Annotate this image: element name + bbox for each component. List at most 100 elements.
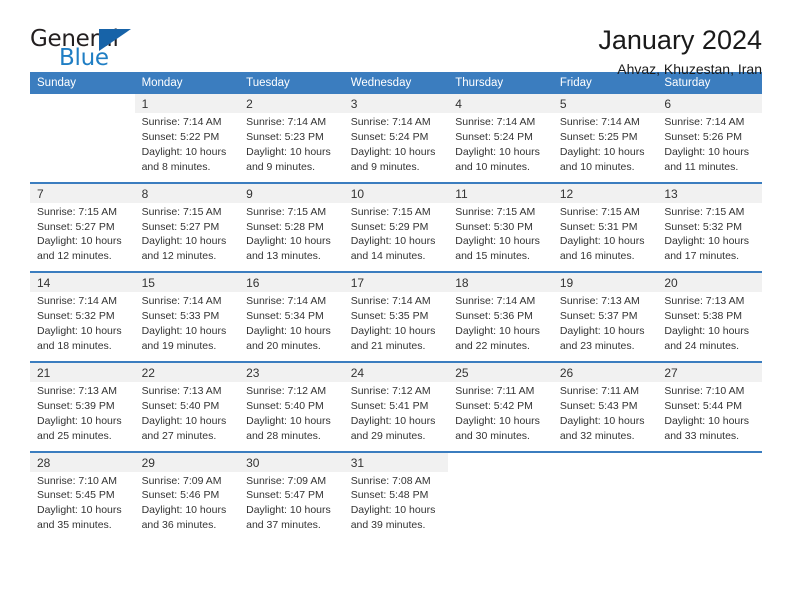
day-number[interactable]: 24 bbox=[343, 362, 449, 382]
sunset-text: Sunset: 5:39 PM bbox=[37, 399, 115, 412]
daylight-text-line1: Daylight: 10 hours bbox=[37, 504, 122, 517]
sunrise-text: Sunrise: 7:15 AM bbox=[37, 205, 117, 218]
day-number[interactable]: 4 bbox=[448, 94, 553, 113]
day-detail: Sunrise: 7:10 AM Sunset: 5:44 PM Dayligh… bbox=[657, 381, 762, 450]
sunset-text: Sunset: 5:34 PM bbox=[246, 310, 324, 323]
sunset-text: Sunset: 5:23 PM bbox=[246, 130, 324, 143]
day-number[interactable]: 13 bbox=[657, 183, 762, 203]
daylight-text-line1: Daylight: 10 hours bbox=[455, 235, 540, 248]
sunrise-text: Sunrise: 7:12 AM bbox=[246, 384, 327, 397]
sunset-text: Sunset: 5:26 PM bbox=[664, 130, 743, 143]
day-detail: Sunrise: 7:13 AM Sunset: 5:37 PM Dayligh… bbox=[552, 292, 658, 360]
daylight-text-line2: and 21 minutes. bbox=[350, 339, 426, 352]
sunrise-text: Sunrise: 7:13 AM bbox=[141, 384, 222, 397]
page-header: General Blue January 2024 Ahvaz, Khuzest… bbox=[30, 0, 762, 78]
sunset-text: Sunset: 5:22 PM bbox=[141, 130, 220, 143]
day-number[interactable]: 27 bbox=[657, 362, 762, 382]
daylight-text-line1: Daylight: 10 hours bbox=[350, 325, 436, 338]
sunrise-text: Sunrise: 7:14 AM bbox=[141, 116, 222, 128]
day-detail-empty bbox=[552, 471, 658, 540]
sunrise-text: Sunrise: 7:15 AM bbox=[559, 205, 640, 218]
day-number[interactable]: 16 bbox=[239, 273, 344, 293]
day-number[interactable]: 9 bbox=[239, 183, 344, 203]
day-number[interactable]: 15 bbox=[134, 273, 240, 293]
daylight-text-line1: Daylight: 10 hours bbox=[664, 414, 750, 427]
day-detail: Sunrise: 7:14 AM Sunset: 5:23 PM Dayligh… bbox=[239, 113, 344, 181]
day-detail: Sunrise: 7:14 AM Sunset: 5:34 PM Dayligh… bbox=[239, 292, 344, 360]
daylight-text-line2: and 22 minutes. bbox=[455, 339, 530, 352]
brand-logo[interactable]: General Blue bbox=[30, 26, 145, 74]
sunrise-text: Sunrise: 7:14 AM bbox=[455, 116, 536, 128]
day-detail: Sunrise: 7:15 AM Sunset: 5:27 PM Dayligh… bbox=[134, 202, 240, 271]
daylight-text-line1: Daylight: 10 hours bbox=[664, 325, 750, 338]
day-detail: Sunrise: 7:09 AM Sunset: 5:47 PM Dayligh… bbox=[239, 471, 344, 540]
day-number[interactable]: 22 bbox=[134, 362, 240, 382]
day-number[interactable]: 10 bbox=[343, 183, 449, 203]
day-number[interactable]: 29 bbox=[134, 452, 240, 472]
sunrise-text: Sunrise: 7:14 AM bbox=[664, 116, 745, 128]
daylight-text-line2: and 36 minutes. bbox=[141, 519, 217, 532]
daylight-text-line1: Daylight: 10 hours bbox=[350, 235, 436, 248]
day-number[interactable]: 31 bbox=[343, 452, 449, 472]
day-number[interactable]: 19 bbox=[552, 273, 658, 293]
sunset-text: Sunset: 5:47 PM bbox=[246, 489, 324, 502]
page-title: January 2024 bbox=[598, 25, 762, 55]
daylight-text-line1: Daylight: 10 hours bbox=[559, 414, 645, 427]
sunrise-text: Sunrise: 7:09 AM bbox=[246, 474, 327, 487]
sunrise-text: Sunrise: 7:11 AM bbox=[455, 384, 535, 397]
day-detail: Sunrise: 7:12 AM Sunset: 5:40 PM Dayligh… bbox=[239, 381, 344, 450]
day-number[interactable]: 25 bbox=[448, 362, 553, 382]
week-daynumber-row: 21 22 23 24 25 26 27 bbox=[30, 362, 762, 382]
daylight-text-line2: and 9 minutes. bbox=[350, 160, 420, 173]
day-number[interactable]: 6 bbox=[657, 94, 762, 113]
daylight-text-line1: Daylight: 10 hours bbox=[246, 504, 331, 517]
week-daynumber-row: 28 29 30 31 bbox=[30, 452, 762, 472]
daylight-text-line2: and 27 minutes. bbox=[141, 429, 217, 442]
daylight-text-line1: Daylight: 10 hours bbox=[246, 145, 331, 158]
day-number[interactable]: 28 bbox=[30, 452, 135, 472]
day-number[interactable]: 8 bbox=[134, 183, 240, 203]
sunset-text: Sunset: 5:36 PM bbox=[455, 310, 533, 323]
day-detail: Sunrise: 7:13 AM Sunset: 5:39 PM Dayligh… bbox=[30, 381, 135, 450]
day-number[interactable]: 14 bbox=[30, 273, 135, 293]
day-number[interactable]: 23 bbox=[239, 362, 344, 382]
day-number[interactable]: 11 bbox=[448, 183, 553, 203]
day-number[interactable]: 26 bbox=[552, 362, 658, 382]
daylight-text-line1: Daylight: 10 hours bbox=[664, 145, 750, 158]
sunset-text: Sunset: 5:38 PM bbox=[664, 310, 743, 323]
sunrise-text: Sunrise: 7:08 AM bbox=[350, 474, 431, 487]
daylight-text-line2: and 20 minutes. bbox=[246, 339, 321, 352]
sunset-text: Sunset: 5:43 PM bbox=[559, 399, 638, 412]
day-detail: Sunrise: 7:14 AM Sunset: 5:24 PM Dayligh… bbox=[448, 113, 553, 181]
day-detail: Sunrise: 7:11 AM Sunset: 5:43 PM Dayligh… bbox=[552, 381, 658, 450]
day-number[interactable]: 12 bbox=[552, 183, 658, 203]
daylight-text-line2: and 18 minutes. bbox=[37, 339, 112, 352]
sunrise-text: Sunrise: 7:15 AM bbox=[141, 205, 222, 218]
day-number[interactable]: 30 bbox=[239, 452, 344, 472]
day-number[interactable]: 1 bbox=[134, 94, 240, 113]
day-number[interactable]: 5 bbox=[552, 94, 658, 113]
day-number[interactable]: 17 bbox=[343, 273, 449, 293]
sunset-text: Sunset: 5:32 PM bbox=[37, 310, 115, 323]
daylight-text-line2: and 8 minutes. bbox=[141, 160, 211, 173]
daylight-text-line1: Daylight: 10 hours bbox=[141, 414, 227, 427]
sunset-text: Sunset: 5:40 PM bbox=[141, 399, 220, 412]
daylight-text-line2: and 16 minutes. bbox=[559, 250, 635, 263]
day-number[interactable]: 2 bbox=[239, 94, 344, 113]
sunset-text: Sunset: 5:32 PM bbox=[664, 220, 743, 233]
daylight-text-line2: and 11 minutes. bbox=[664, 160, 739, 173]
day-number[interactable]: 3 bbox=[343, 94, 449, 113]
sunrise-text: Sunrise: 7:14 AM bbox=[350, 116, 431, 128]
daylight-text-line2: and 32 minutes. bbox=[559, 429, 635, 442]
daylight-text-line1: Daylight: 10 hours bbox=[559, 325, 645, 338]
day-number[interactable]: 21 bbox=[30, 362, 135, 382]
day-detail: Sunrise: 7:14 AM Sunset: 5:32 PM Dayligh… bbox=[30, 292, 135, 360]
day-number[interactable]: 20 bbox=[657, 273, 762, 293]
sunrise-text: Sunrise: 7:14 AM bbox=[559, 116, 640, 128]
day-number[interactable]: 7 bbox=[30, 183, 135, 203]
day-number[interactable]: 18 bbox=[448, 273, 553, 293]
sunset-text: Sunset: 5:24 PM bbox=[455, 130, 533, 143]
day-cell-empty bbox=[657, 452, 762, 472]
calendar-page: General Blue January 2024 Ahvaz, Khuzest… bbox=[0, 0, 792, 612]
sunset-text: Sunset: 5:37 PM bbox=[559, 310, 638, 323]
